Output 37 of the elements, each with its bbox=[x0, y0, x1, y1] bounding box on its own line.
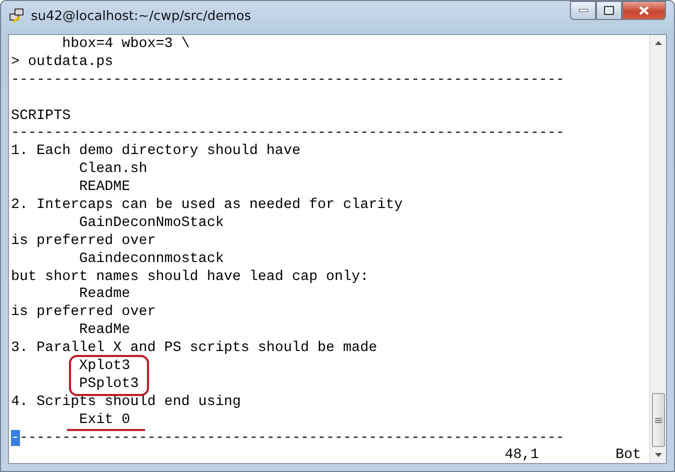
terminal-line: is preferred over bbox=[11, 304, 156, 320]
minimize-button[interactable] bbox=[570, 1, 596, 20]
minimize-icon bbox=[578, 9, 588, 12]
terminal-line: ----------------------------------------------------------------- bbox=[11, 72, 564, 88]
terminal-line: Gaindeconnmostack bbox=[78, 250, 224, 267]
text-cursor: - bbox=[11, 430, 20, 446]
cursor-position: 48,1 bbox=[504, 447, 540, 466]
terminal-line: 2. Intercaps can be used as needed for clarity bbox=[11, 197, 403, 214]
terminal-line: is preferred over bbox=[11, 232, 156, 249]
close-icon bbox=[639, 6, 649, 15]
window-title: su42@localhost:~/cwp/src/demos bbox=[31, 8, 252, 24]
computers-icon bbox=[9, 8, 25, 24]
terminal-line: Exit 0 bbox=[78, 412, 130, 428]
maximize-button[interactable] bbox=[596, 1, 622, 20]
terminal-line: PSplot3 bbox=[78, 376, 139, 392]
terminal-line: README bbox=[78, 179, 130, 196]
terminal-line: ---------------------------------------------------------------- bbox=[20, 430, 564, 446]
terminal-line: 3. Parallel X and PS scripts should be made bbox=[11, 340, 378, 356]
terminal-line: hbox=4 wbox=3 \ bbox=[61, 36, 190, 52]
scroll-up-arrow-icon[interactable] bbox=[654, 41, 662, 45]
terminal-line: ----------------------------------------------------------------- bbox=[11, 125, 564, 142]
close-button[interactable] bbox=[622, 1, 666, 20]
terminal-line: GainDeconNmoStack bbox=[78, 214, 224, 231]
terminal-line: SCRIPTS bbox=[11, 108, 71, 124]
terminal-line: Readme bbox=[78, 286, 130, 302]
terminal-line: 1. Each demo directory should have bbox=[11, 143, 300, 160]
scroll-down-arrow-icon[interactable] bbox=[654, 453, 662, 457]
scroll-position: Bot bbox=[615, 447, 642, 466]
maximize-icon bbox=[604, 6, 614, 15]
terminal-line: but short names should have lead cap only: bbox=[11, 268, 369, 285]
terminal-line: ReadMe bbox=[78, 322, 130, 338]
terminal-line: 4. Scripts should end using bbox=[11, 394, 241, 410]
terminal-line: Clean.sh bbox=[78, 161, 148, 178]
terminal-line: > outdata.ps bbox=[11, 54, 114, 70]
scrollbar-thumb[interactable] bbox=[652, 393, 664, 447]
terminal-line: Xplot3 bbox=[78, 358, 130, 374]
scrollbar[interactable] bbox=[649, 35, 666, 463]
